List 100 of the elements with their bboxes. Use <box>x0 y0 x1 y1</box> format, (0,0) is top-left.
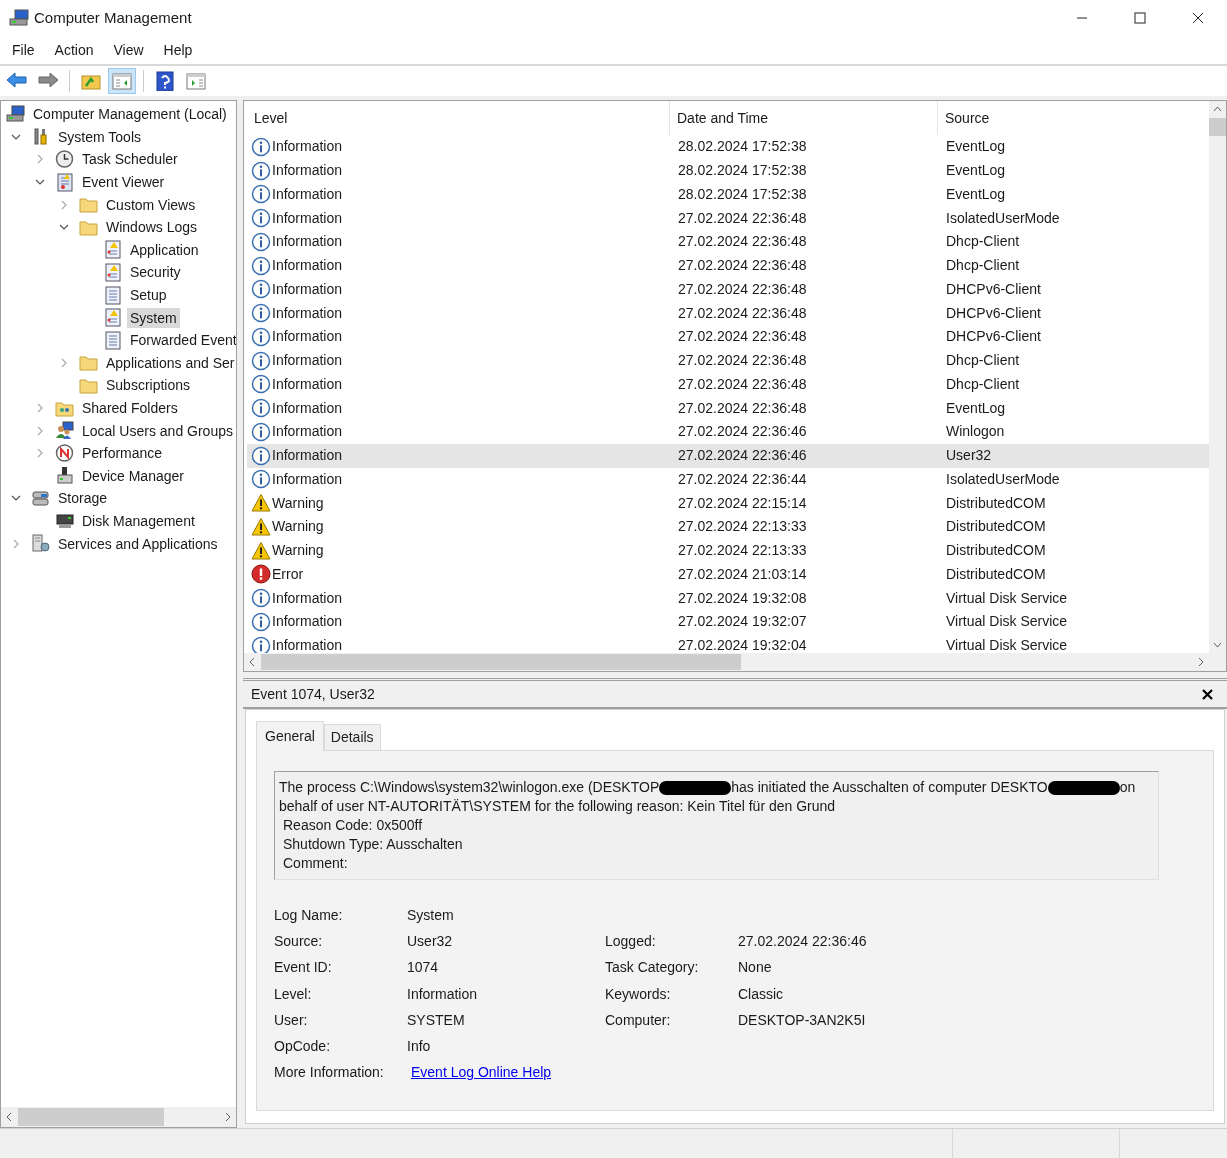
table-row[interactable]: Information 27.02.2024 22:36:48 Dhcp-Client <box>247 230 1209 254</box>
tree-item[interactable]: Application <box>127 239 202 260</box>
tab[interactable]: General <box>256 721 324 751</box>
info-icon <box>251 445 271 466</box>
server-gear-icon <box>31 534 51 554</box>
field-value: SYSTEM <box>407 1010 465 1030</box>
table-cell-text: Information <box>272 636 343 653</box>
table-row[interactable]: Information 28.02.2024 17:52:38 EventLog <box>247 135 1209 159</box>
table-cell: DistributedCOM <box>946 494 1046 511</box>
tree-item[interactable]: Storage <box>55 488 111 509</box>
tree-item[interactable]: Security <box>127 262 184 283</box>
table-cell: IsolatedUserMode <box>946 209 1060 226</box>
table-row[interactable]: Information 27.02.2024 22:36:48 DHCPv6-Client <box>247 325 1209 349</box>
tree-item[interactable]: Task Scheduler <box>79 149 181 170</box>
table-cell-text: Warning <box>272 517 324 537</box>
table-cell: DistributedCOM <box>946 542 1046 559</box>
tree-item[interactable]: Computer Management (Local) <box>30 104 230 125</box>
info-icon <box>251 231 271 252</box>
table-row[interactable]: Information 27.02.2024 22:36:46 Winlogon <box>247 420 1209 444</box>
tree-item[interactable]: Event Viewer <box>79 172 168 193</box>
table-cell-text: Information <box>272 398 343 418</box>
menu-item[interactable]: Action <box>44 38 104 62</box>
table-cell-text: Information <box>272 446 343 466</box>
menu-item[interactable]: View <box>103 38 154 62</box>
table-row[interactable]: Information 28.02.2024 17:52:38 EventLog <box>247 182 1209 207</box>
table-cell: Dhcp-Client <box>946 233 1020 250</box>
tree-item[interactable]: System <box>127 307 180 328</box>
tree-item[interactable]: Windows Logs <box>103 217 201 238</box>
table-row[interactable]: Information 27.02.2024 22:36:48 Dhcp-Client <box>247 348 1209 373</box>
tree-item[interactable]: Device Manager <box>79 465 187 486</box>
field-value: 1074 <box>407 958 439 978</box>
message-text: Shutdown Type: Ausschalten <box>282 835 464 854</box>
tree-item[interactable]: Applications and Ser <box>103 352 236 373</box>
field-value: System <box>407 905 454 925</box>
table-cell: 27.02.2024 22:36:46 <box>678 447 807 464</box>
table-row[interactable]: Information 27.02.2024 22:36:46 User32 <box>247 443 1209 468</box>
field-label: Task Category: <box>605 958 700 978</box>
tree-item[interactable]: Subscriptions <box>103 375 194 396</box>
table-cell: 27.02.2024 22:36:48 <box>678 399 807 416</box>
window-title: Computer Management <box>34 7 192 28</box>
tree-item[interactable]: Shared Folders <box>79 398 181 418</box>
table-cell: 27.02.2024 22:36:48 <box>678 352 807 369</box>
warning-icon <box>251 516 271 537</box>
scrollbar-thumb[interactable] <box>1209 118 1226 136</box>
forward-arrow-icon <box>37 71 59 91</box>
help-link[interactable]: Event Log Online Help <box>411 1062 552 1084</box>
scrollbar-thumb[interactable] <box>261 654 741 670</box>
tree-item[interactable]: Forwarded Event <box>127 330 236 351</box>
computer-icon <box>6 104 26 124</box>
table-row[interactable]: Information 27.02.2024 22:36:48 DHCPv6-Client <box>247 301 1209 325</box>
scrollbar-thumb[interactable] <box>18 1108 164 1126</box>
table-row[interactable]: Information 27.02.2024 22:36:44 IsolatedUserMode <box>247 467 1209 492</box>
info-icon <box>251 635 271 653</box>
table-row[interactable]: Information 27.02.2024 19:32:04 Virtual Disk Service <box>247 633 1209 653</box>
table-row[interactable]: Information 27.02.2024 19:32:08 Virtual Disk Service <box>247 586 1209 610</box>
table-row[interactable]: Information 27.02.2024 22:36:48 DHCPv6-Client <box>247 277 1209 302</box>
field-value: None <box>738 958 772 978</box>
maximize-icon <box>1134 12 1146 24</box>
table-row[interactable]: Warning 27.02.2024 22:15:14 DistributedCOM <box>247 491 1209 515</box>
table-cell: DistributedCOM <box>946 518 1046 535</box>
table-row[interactable]: Information 28.02.2024 17:52:38 EventLog <box>247 158 1209 183</box>
info-icon <box>251 303 271 324</box>
table-row[interactable]: Information 27.02.2024 22:36:48 EventLog <box>247 396 1209 420</box>
table-cell: 27.02.2024 22:36:46 <box>678 423 807 440</box>
table-row[interactable]: Warning 27.02.2024 22:13:33 DistributedCOM <box>247 515 1209 539</box>
tree-item[interactable]: Setup <box>127 285 170 306</box>
table-cell-text: Information <box>272 422 343 442</box>
table-row[interactable]: Information 27.02.2024 22:36:48 Dhcp-Client <box>247 372 1209 397</box>
menu-item[interactable]: File <box>2 38 45 62</box>
log-warning-icon <box>103 308 123 328</box>
table-cell: 27.02.2024 19:32:08 <box>678 589 807 606</box>
table-row[interactable]: Error 27.02.2024 21:03:14 DistributedCOM <box>247 562 1209 587</box>
column-header[interactable]: Date and Time <box>669 101 937 135</box>
table-cell-text: Information <box>272 256 343 276</box>
message-text: The process C:\Windows\system32\winlogon.exe (DESKTOP <box>279 779 660 795</box>
storage-icon <box>31 488 51 508</box>
close-icon[interactable] <box>1202 688 1213 700</box>
tree-item[interactable]: System Tools <box>55 126 144 147</box>
info-icon <box>251 374 271 395</box>
table-cell: DHCPv6-Client <box>946 280 1041 297</box>
table-cell: EventLog <box>946 138 1006 155</box>
tree-item[interactable]: Services and Applications <box>55 533 221 554</box>
table-row[interactable]: Information 27.02.2024 19:32:07 Virtual Disk Service <box>247 610 1209 634</box>
tab[interactable]: Details <box>323 724 381 750</box>
folder-icon <box>79 195 99 215</box>
menu-item[interactable]: Help <box>153 38 203 62</box>
tree-item[interactable]: Local Users and Groups <box>79 420 236 441</box>
table-cell: 27.02.2024 21:03:14 <box>678 565 807 582</box>
tree-item[interactable]: Custom Views <box>103 194 199 215</box>
table-row[interactable]: Information 27.02.2024 22:36:48 Dhcp-Client <box>247 253 1209 278</box>
tree-item[interactable]: Performance <box>79 443 166 464</box>
info-icon <box>251 160 271 181</box>
table-cell-text: Information <box>272 208 343 228</box>
table-cell-text: Warning <box>272 541 324 561</box>
table-cell: 27.02.2024 22:15:14 <box>678 494 807 511</box>
column-header[interactable]: Level <box>247 101 669 135</box>
table-row[interactable]: Warning 27.02.2024 22:13:33 DistributedCOM <box>247 538 1209 563</box>
table-row[interactable]: Information 27.02.2024 22:36:48 IsolatedUserMode <box>247 206 1209 230</box>
field-label: Logged: <box>605 931 657 951</box>
tree-item[interactable]: Disk Management <box>79 511 198 531</box>
